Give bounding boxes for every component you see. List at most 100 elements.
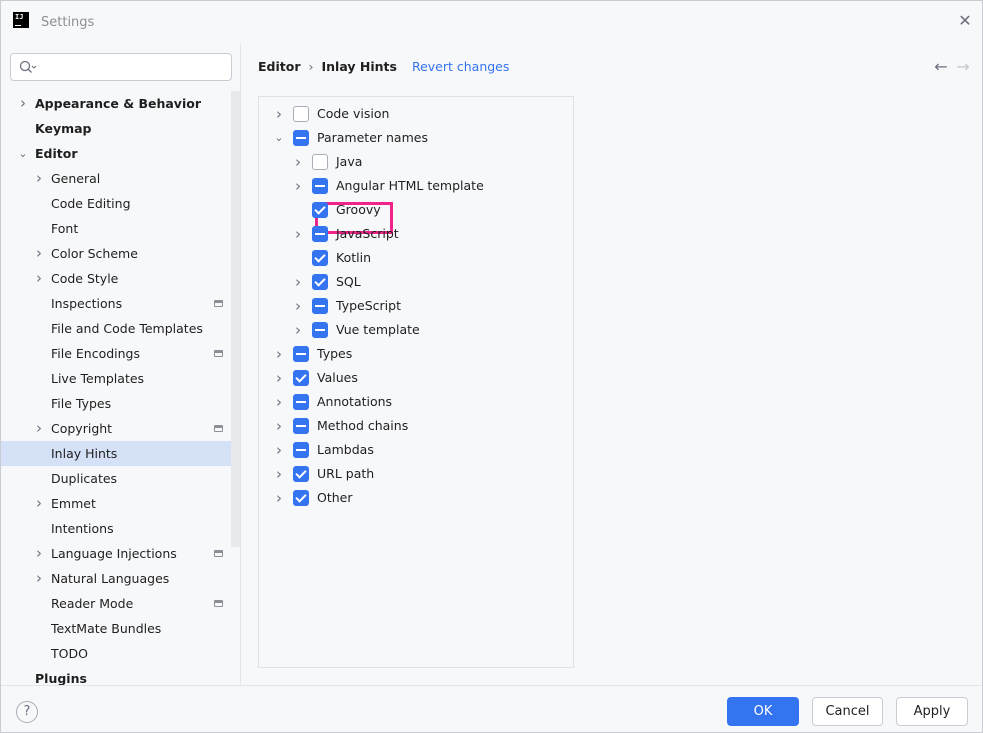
- sidebar-item-code-editing[interactable]: Code Editing: [1, 191, 231, 216]
- close-button[interactable]: ✕: [956, 12, 974, 30]
- hint-item-sql[interactable]: › SQL: [259, 270, 569, 294]
- sidebar-item-intentions[interactable]: Intentions: [1, 516, 231, 541]
- hint-item-method-chains[interactable]: › Method chains: [259, 414, 569, 438]
- sidebar-item-live-templates[interactable]: Live Templates: [1, 366, 231, 391]
- chevron-right-icon[interactable]: ›: [292, 222, 304, 246]
- sidebar-item-inspections[interactable]: Inspections: [1, 291, 231, 316]
- chevron-right-icon[interactable]: ›: [292, 270, 304, 294]
- hint-checkbox[interactable]: [293, 466, 309, 482]
- hint-checkbox[interactable]: [293, 394, 309, 410]
- chevron-right-icon[interactable]: ›: [33, 541, 45, 566]
- sidebar-item-natural-languages[interactable]: › Natural Languages: [1, 566, 231, 591]
- hint-checkbox[interactable]: [293, 130, 309, 146]
- search-input[interactable]: [10, 53, 232, 81]
- hint-checkbox[interactable]: [293, 442, 309, 458]
- hint-checkbox[interactable]: [312, 322, 328, 338]
- chevron-right-icon[interactable]: ›: [292, 318, 304, 342]
- sidebar-item-inlay-hints[interactable]: Inlay Hints: [1, 441, 240, 466]
- help-button[interactable]: ?: [16, 701, 38, 723]
- chevron-right-icon[interactable]: ›: [33, 166, 45, 191]
- sidebar-item-todo[interactable]: TODO: [1, 641, 231, 666]
- hint-checkbox[interactable]: [293, 106, 309, 122]
- sidebar-item-emmet[interactable]: › Emmet: [1, 491, 231, 516]
- chevron-right-icon[interactable]: ›: [33, 241, 45, 266]
- hint-label: Java: [336, 154, 363, 169]
- chevron-right-icon[interactable]: ›: [273, 102, 285, 126]
- sidebar-item-copyright[interactable]: › Copyright: [1, 416, 231, 441]
- hint-checkbox[interactable]: [293, 370, 309, 386]
- chevron-right-icon[interactable]: ›: [292, 174, 304, 198]
- sidebar-item-code-style[interactable]: › Code Style: [1, 266, 231, 291]
- chevron-right-icon[interactable]: ›: [273, 414, 285, 438]
- hint-item-values[interactable]: › Values: [259, 366, 569, 390]
- hint-item-java[interactable]: › Java: [259, 150, 569, 174]
- hint-checkbox[interactable]: [312, 250, 328, 266]
- hint-checkbox[interactable]: [293, 346, 309, 362]
- chevron-right-icon[interactable]: ›: [33, 266, 45, 291]
- sidebar-item-file-types[interactable]: File Types: [1, 391, 231, 416]
- sidebar-item-textmate-bundles[interactable]: TextMate Bundles: [1, 616, 231, 641]
- project-settings-icon: [214, 350, 223, 357]
- hint-item-lambdas[interactable]: › Lambdas: [259, 438, 569, 462]
- back-arrow-icon[interactable]: ←: [930, 57, 952, 76]
- hint-item-types[interactable]: › Types: [259, 342, 569, 366]
- hint-checkbox[interactable]: [293, 490, 309, 506]
- forward-arrow-icon: →: [956, 57, 970, 76]
- chevron-down-icon[interactable]: ⌄: [273, 126, 285, 150]
- hint-checkbox[interactable]: [312, 154, 328, 170]
- sidebar-item-label: Copyright: [51, 421, 113, 436]
- hint-checkbox[interactable]: [312, 298, 328, 314]
- hint-label: Values: [317, 370, 358, 385]
- hint-item-code-vision[interactable]: › Code vision: [259, 102, 569, 126]
- hint-item-angular-html-template[interactable]: › Angular HTML template: [259, 174, 569, 198]
- sidebar-item-editor[interactable]: ⌄ Editor: [1, 141, 231, 166]
- hint-item-javascript[interactable]: › JavaScript: [259, 222, 569, 246]
- revert-changes-link[interactable]: Revert changes: [412, 59, 509, 74]
- sidebar-item-keymap[interactable]: Keymap: [1, 116, 231, 141]
- ok-button[interactable]: OK: [727, 697, 799, 726]
- hint-item-url-path[interactable]: › URL path: [259, 462, 569, 486]
- hint-label: Kotlin: [336, 250, 371, 265]
- chevron-right-icon[interactable]: ›: [33, 416, 45, 441]
- hint-item-vue-template[interactable]: › Vue template: [259, 318, 569, 342]
- sidebar-item-file-encodings[interactable]: File Encodings: [1, 341, 231, 366]
- chevron-right-icon[interactable]: ›: [33, 566, 45, 591]
- hint-checkbox[interactable]: [312, 202, 328, 218]
- hint-checkbox[interactable]: [293, 418, 309, 434]
- hint-item-kotlin[interactable]: Kotlin: [259, 246, 569, 270]
- chevron-right-icon[interactable]: ›: [17, 91, 29, 116]
- hint-item-parameter-names[interactable]: ⌄ Parameter names: [259, 126, 569, 150]
- chevron-down-icon[interactable]: ⌄: [17, 141, 29, 166]
- sidebar-item-file-and-code-templates[interactable]: File and Code Templates: [1, 316, 231, 341]
- sidebar-item-font[interactable]: Font: [1, 216, 231, 241]
- hint-item-annotations[interactable]: › Annotations: [259, 390, 569, 414]
- sidebar-item-color-scheme[interactable]: › Color Scheme: [1, 241, 231, 266]
- hint-checkbox[interactable]: [312, 274, 328, 290]
- apply-button[interactable]: Apply: [896, 697, 968, 726]
- chevron-right-icon[interactable]: ›: [292, 150, 304, 174]
- chevron-right-icon[interactable]: ›: [292, 294, 304, 318]
- sidebar-item-reader-mode[interactable]: Reader Mode: [1, 591, 231, 616]
- sidebar-item-appearance-behavior[interactable]: › Appearance & Behavior: [1, 91, 231, 116]
- title-bar: IJ Settings ✕: [1, 1, 982, 43]
- breadcrumb-editor[interactable]: Editor: [258, 59, 301, 74]
- hint-checkbox[interactable]: [312, 178, 328, 194]
- chevron-right-icon[interactable]: ›: [273, 342, 285, 366]
- hint-item-typescript[interactable]: › TypeScript: [259, 294, 569, 318]
- chevron-right-icon[interactable]: ›: [33, 491, 45, 516]
- sidebar-item-language-injections[interactable]: › Language Injections: [1, 541, 231, 566]
- sidebar-scrollbar[interactable]: [231, 91, 240, 547]
- chevron-right-icon[interactable]: ›: [273, 486, 285, 510]
- sidebar-item-general[interactable]: › General: [1, 166, 231, 191]
- chevron-right-icon[interactable]: ›: [273, 438, 285, 462]
- sidebar-item-duplicates[interactable]: Duplicates: [1, 466, 231, 491]
- hint-checkbox[interactable]: [312, 226, 328, 242]
- chevron-right-icon[interactable]: ›: [273, 462, 285, 486]
- sidebar-item-plugins[interactable]: Plugins: [1, 666, 231, 685]
- hint-item-other[interactable]: › Other: [259, 486, 569, 510]
- chevron-right-icon[interactable]: ›: [273, 390, 285, 414]
- hint-item-groovy[interactable]: Groovy: [259, 198, 569, 222]
- hint-label: SQL: [336, 274, 361, 289]
- chevron-right-icon[interactable]: ›: [273, 366, 285, 390]
- cancel-button[interactable]: Cancel: [812, 697, 883, 726]
